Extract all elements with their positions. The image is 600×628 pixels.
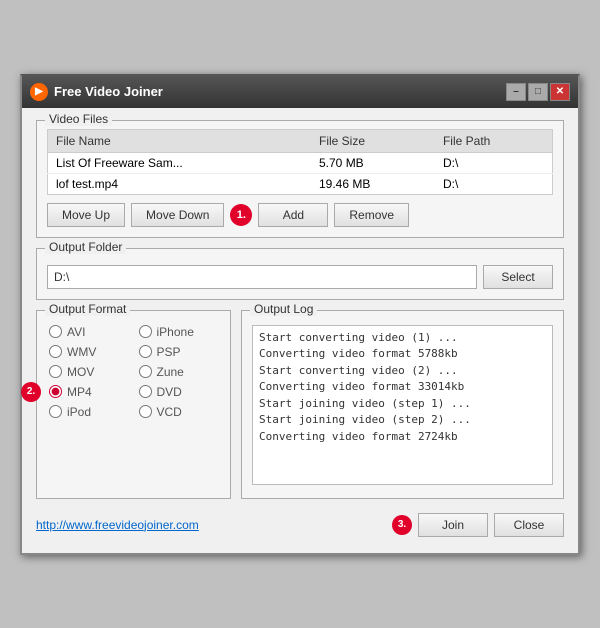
output-format-label: Output Format	[45, 302, 130, 316]
radio-ipod-label: iPod	[67, 405, 91, 419]
radio-wmv: WMV	[49, 345, 129, 359]
radio-wmv-label: WMV	[67, 345, 96, 359]
file-name-2: lof test.mp4	[48, 173, 312, 194]
radio-dvd-label: DVD	[157, 385, 182, 399]
video-files-group: Video Files File Name File Size File Pat…	[36, 120, 564, 238]
main-window: ▶ Free Video Joiner – □ ✕ Video Files Fi…	[20, 74, 580, 555]
col-filename: File Name	[48, 129, 312, 152]
close-button[interactable]: Close	[494, 513, 564, 537]
radio-iphone: iPhone	[139, 325, 219, 339]
radio-avi-input[interactable]	[49, 325, 62, 338]
footer: http://www.freevideojoiner.com 3. Join C…	[36, 509, 564, 541]
radio-psp-label: PSP	[157, 345, 181, 359]
file-table: File Name File Size File Path List Of Fr…	[47, 129, 553, 195]
folder-input[interactable]	[47, 265, 477, 289]
website-link[interactable]: http://www.freevideojoiner.com	[36, 518, 199, 532]
step-1-badge: 1.	[230, 204, 252, 226]
radio-vcd-input[interactable]	[139, 405, 152, 418]
radio-avi-label: AVI	[67, 325, 85, 339]
app-icon: ▶	[30, 83, 48, 101]
restore-button[interactable]: □	[528, 83, 548, 101]
content-area: Video Files File Name File Size File Pat…	[22, 108, 578, 553]
radio-iphone-label: iPhone	[157, 325, 194, 339]
move-up-button[interactable]: Move Up	[47, 203, 125, 227]
radio-dvd-input[interactable]	[139, 385, 152, 398]
folder-row: Select	[47, 265, 553, 289]
format-radio-grid: AVI iPhone WMV PSP	[49, 325, 218, 419]
table-row[interactable]: List Of Freeware Sam... 5.70 MB D:\	[48, 152, 553, 173]
close-window-button[interactable]: ✕	[550, 83, 570, 101]
output-folder-label: Output Folder	[45, 240, 126, 254]
title-bar: ▶ Free Video Joiner – □ ✕	[22, 76, 578, 108]
radio-psp-input[interactable]	[139, 345, 152, 358]
radio-dvd: DVD	[139, 385, 219, 399]
title-bar-left: ▶ Free Video Joiner	[30, 83, 163, 101]
move-down-button[interactable]: Move Down	[131, 203, 224, 227]
title-bar-controls: – □ ✕	[506, 83, 570, 101]
radio-vcd-label: VCD	[157, 405, 182, 419]
table-row[interactable]: lof test.mp4 19.46 MB D:\	[48, 173, 553, 194]
radio-ipod: iPod	[49, 405, 129, 419]
footer-buttons: 3. Join Close	[392, 513, 564, 537]
radio-wmv-input[interactable]	[49, 345, 62, 358]
radio-avi: AVI	[49, 325, 129, 339]
radio-iphone-input[interactable]	[139, 325, 152, 338]
col-filesize: File Size	[311, 129, 435, 152]
radio-mp4-label: MP4	[67, 385, 92, 399]
file-size-1: 5.70 MB	[311, 152, 435, 173]
output-log-group: Output Log	[241, 310, 564, 499]
col-filepath: File Path	[435, 129, 553, 152]
join-button[interactable]: Join	[418, 513, 488, 537]
radio-mov-input[interactable]	[49, 365, 62, 378]
radio-zune-input[interactable]	[139, 365, 152, 378]
remove-button[interactable]: Remove	[334, 203, 409, 227]
radio-zune-label: Zune	[157, 365, 184, 379]
output-format-group: Output Format AVI iPhone WMV	[36, 310, 231, 499]
file-path-1: D:\	[435, 152, 553, 173]
window-title: Free Video Joiner	[54, 84, 163, 99]
radio-psp: PSP	[139, 345, 219, 359]
radio-mp4-input[interactable]	[49, 385, 62, 398]
select-button[interactable]: Select	[483, 265, 553, 289]
add-button[interactable]: Add	[258, 203, 328, 227]
radio-mov: MOV	[49, 365, 129, 379]
output-log-label: Output Log	[250, 302, 317, 316]
output-log-textarea[interactable]	[252, 325, 553, 485]
video-files-label: Video Files	[45, 112, 112, 126]
file-button-row: Move Up Move Down 1. Add Remove	[47, 203, 553, 227]
file-name-1: List Of Freeware Sam...	[48, 152, 312, 173]
file-path-2: D:\	[435, 173, 553, 194]
step-2-badge: 2.	[21, 382, 41, 402]
step-3-badge: 3.	[392, 515, 412, 535]
radio-mov-label: MOV	[67, 365, 94, 379]
minimize-button[interactable]: –	[506, 83, 526, 101]
output-folder-group: Output Folder Select	[36, 248, 564, 300]
file-size-2: 19.46 MB	[311, 173, 435, 194]
radio-mp4: 2. MP4	[49, 385, 129, 399]
radio-zune: Zune	[139, 365, 219, 379]
bottom-section: Output Format AVI iPhone WMV	[36, 310, 564, 499]
radio-ipod-input[interactable]	[49, 405, 62, 418]
radio-vcd: VCD	[139, 405, 219, 419]
